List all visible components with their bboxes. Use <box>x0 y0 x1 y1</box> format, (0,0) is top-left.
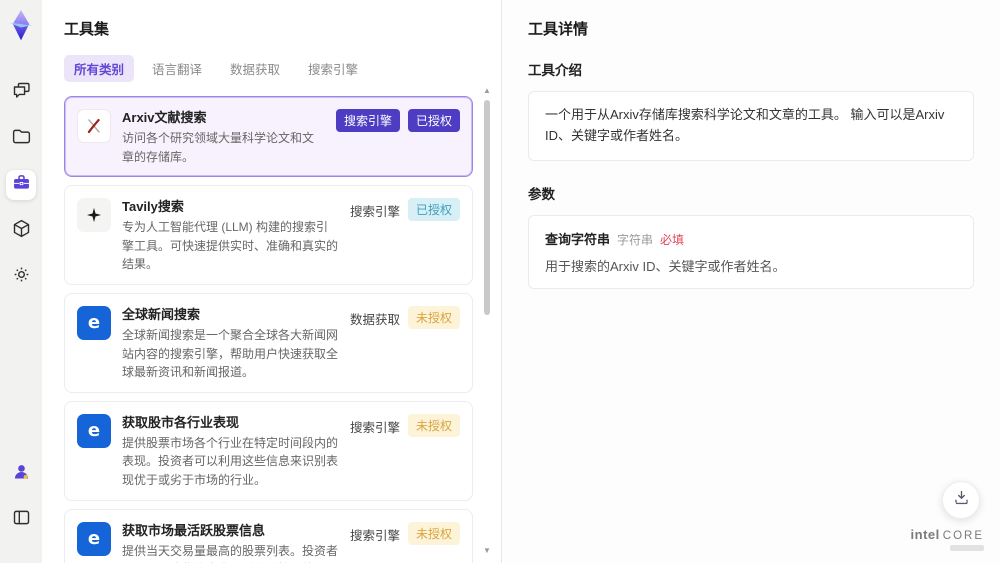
auth-status-badge: 未授权 <box>407 305 460 329</box>
stock-sector-icon: e <box>77 413 111 448</box>
sidebar-item-tools[interactable] <box>6 170 36 200</box>
category-tabs: 所有类别 语言翻译 数据获取 搜索引擎 <box>64 55 501 82</box>
sidebar-item-settings[interactable] <box>6 262 36 292</box>
param-type: 字符串 <box>617 232 654 247</box>
auth-status-badge: 已授权 <box>407 109 460 132</box>
app-window: 工具集 所有类别 语言翻译 数据获取 搜索引擎 Arxiv文献搜索 访问各个研究… <box>0 0 1000 563</box>
app-logo-icon <box>7 10 35 41</box>
user-icon <box>11 461 32 487</box>
tool-card-arxiv[interactable]: Arxiv文献搜索 访问各个研究领域大量科学论文和文章的存储库。 搜索引擎 已授… <box>64 96 473 178</box>
tool-card-stock-sector[interactable]: e 获取股市各行业表现 提供股票市场各个行业在特定时间段内的表现。投资者可以利用… <box>64 400 473 501</box>
tool-card-active-stocks[interactable]: e 获取市场最活跃股票信息 提供当天交易量最高的股票列表。投资者可以利用这些信息… <box>64 508 473 563</box>
tool-name: 获取股市各行业表现 <box>122 414 240 430</box>
tool-name: 获取市场最活跃股票信息 <box>122 522 266 538</box>
brand-sub-mark <box>950 545 984 551</box>
auth-status-badge: 已授权 <box>407 198 460 222</box>
category-label: 搜索引擎 <box>349 528 400 543</box>
intel-core-logo: intel CORE <box>911 527 984 551</box>
param-description: 用于搜索的Arxiv ID、关键字或作者姓名。 <box>545 258 786 274</box>
scrollbar-thumb[interactable] <box>484 100 490 315</box>
cube-icon <box>11 218 32 244</box>
panel-toggle-icon <box>11 507 32 533</box>
download-icon <box>952 488 971 512</box>
download-button[interactable] <box>942 481 980 519</box>
folder-icon <box>11 126 32 152</box>
param-card: 查询字符串 字符串 必填 用于搜索的Arxiv ID、关键字或作者姓名。 <box>528 214 974 289</box>
gear-icon <box>11 264 32 290</box>
toolbox-icon <box>11 172 32 198</box>
sidebar-item-models[interactable] <box>6 216 36 246</box>
tool-card-tavily[interactable]: Tavily搜索 专为人工智能代理 (LLM) 构建的搜索引擎工具。可快速提供实… <box>64 185 473 285</box>
params-heading: 参数 <box>528 186 555 202</box>
tool-description: 访问各个研究领域大量科学论文和文章的存储库。 <box>122 131 315 164</box>
param-required-flag: 必填 <box>660 232 685 247</box>
sidebar <box>0 0 42 563</box>
category-label: 搜索引擎 <box>349 205 400 220</box>
list-scrollbar[interactable]: ▲ ▼ <box>482 86 492 555</box>
tab-language-translation[interactable]: 语言翻译 <box>142 55 212 82</box>
tool-name: 全球新闻搜索 <box>122 306 201 322</box>
scroll-up-icon[interactable]: ▲ <box>483 86 491 95</box>
tool-description: 提供当天交易量最高的股票列表。投资者可以利用这些信息来识别流动性强的股票和潜在的… <box>122 543 339 563</box>
intro-card: 一个用于从Arxiv存储库搜索科学论文和文章的工具。 输入可以是Arxiv ID… <box>528 91 974 161</box>
param-name: 查询字符串 <box>545 231 611 247</box>
tool-detail-panel: 工具详情 工具介绍 一个用于从Arxiv存储库搜索科学论文和文章的工具。 输入可… <box>502 0 1000 563</box>
intro-text: 一个用于从Arxiv存储库搜索科学论文和文章的工具。 输入可以是Arxiv ID… <box>545 107 945 143</box>
scroll-down-icon[interactable]: ▼ <box>483 546 491 555</box>
category-label: 搜索引擎 <box>349 420 400 435</box>
brand-intel: intel <box>910 527 940 542</box>
tool-name: Arxiv文献搜索 <box>122 110 207 125</box>
sidebar-item-user[interactable] <box>6 459 36 489</box>
tab-search-engine[interactable]: 搜索引擎 <box>298 55 368 82</box>
tab-all-categories[interactable]: 所有类别 <box>64 55 135 82</box>
page-title: 工具集 <box>64 21 110 38</box>
sidebar-item-chat[interactable] <box>6 78 36 108</box>
brand-core: CORE <box>942 530 984 542</box>
category-badge: 搜索引擎 <box>335 109 400 132</box>
tab-data-acquisition[interactable]: 数据获取 <box>220 55 290 82</box>
auth-status-badge: 未授权 <box>407 521 460 545</box>
active-stocks-icon: e <box>77 521 111 556</box>
tool-description: 专为人工智能代理 (LLM) 构建的搜索引擎工具。可快速提供实时、准确和真实的结… <box>122 220 339 272</box>
intro-heading: 工具介绍 <box>528 63 582 78</box>
tool-name: Tavily搜索 <box>122 199 184 215</box>
sidebar-item-collapse[interactable] <box>6 505 36 535</box>
tool-description: 提供股票市场各个行业在特定时间段内的表现。投资者可以利用这些信息来识别表现优于或… <box>122 435 339 487</box>
detail-title: 工具详情 <box>528 21 589 38</box>
chat-icon <box>11 80 32 106</box>
global-news-icon: e <box>77 305 111 340</box>
auth-status-badge: 未授权 <box>407 413 460 437</box>
arxiv-logo-icon <box>77 109 111 143</box>
tool-description: 全球新闻搜索是一个聚合全球各大新闻网站内容的搜索引擎，帮助用户快速获取全球最新资… <box>122 327 339 380</box>
tool-card-global-news[interactable]: e 全球新闻搜索 全球新闻搜索是一个聚合全球各大新闻网站内容的搜索引擎，帮助用户… <box>64 292 473 393</box>
tool-list: Arxiv文献搜索 访问各个研究领域大量科学论文和文章的存储库。 搜索引擎 已授… <box>64 96 501 563</box>
sidebar-item-files[interactable] <box>6 124 36 154</box>
tavily-star-icon <box>77 198 111 233</box>
category-label: 数据获取 <box>349 312 400 327</box>
tool-list-panel: 工具集 所有类别 语言翻译 数据获取 搜索引擎 Arxiv文献搜索 访问各个研究… <box>42 0 502 563</box>
